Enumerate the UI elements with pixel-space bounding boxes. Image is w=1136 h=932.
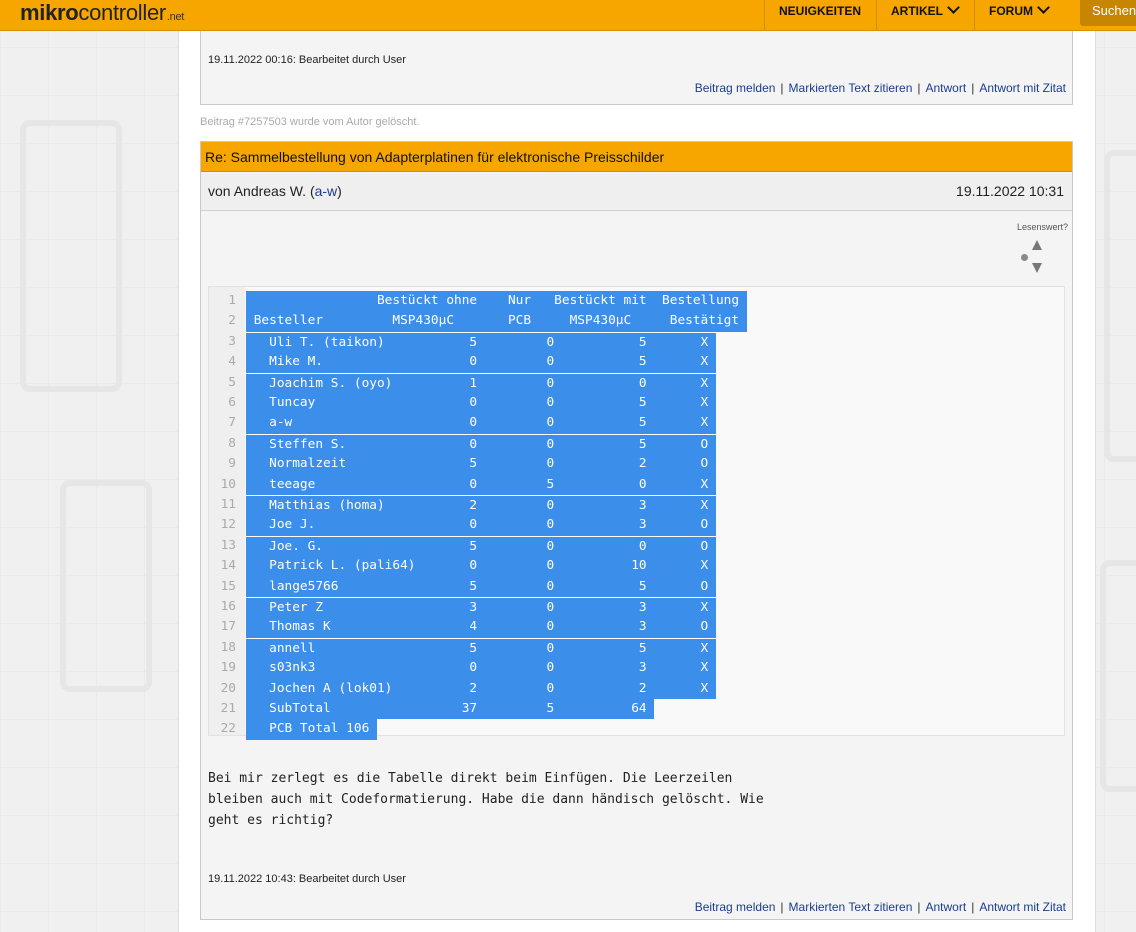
code-line-text: Normalzeit 5 0 2 O — [246, 454, 716, 475]
line-number: 22 — [220, 721, 236, 737]
line-number: 5 — [228, 374, 236, 390]
post-author: von Andreas W. (a-w) — [208, 183, 342, 199]
code-line-text: Peter Z 3 0 3 X — [246, 597, 716, 619]
quote-selected-link[interactable]: Markierten Text zitieren — [789, 900, 913, 914]
code-line-text: Tuncay 0 0 5 X — [246, 393, 716, 414]
code-line-text: a-w 0 0 5 X — [246, 413, 716, 434]
code-line-text: annell 5 0 5 X — [246, 637, 716, 660]
code-line-text: Thomas K 4 0 3 O — [246, 617, 716, 638]
code-line-text: Uli T. (taikon) 5 0 5 X — [246, 331, 716, 354]
reply-with-quote-link[interactable]: Antwort mit Zitat — [979, 900, 1066, 914]
code-line-text: lange5766 5 0 5 O — [246, 576, 716, 597]
code-line-text: Joe J. 0 0 3 O — [246, 515, 716, 536]
line-number: 12 — [220, 517, 236, 533]
code-line-text: Matthias (homa) 2 0 3 X — [246, 495, 716, 517]
code-line-text: Jochen A (lok01) 2 0 2 X — [246, 678, 716, 699]
post-meta: von Andreas W. (a-w) 19.11.2022 10:31 — [201, 173, 1072, 211]
line-number: 9 — [228, 456, 236, 472]
previous-post: 19.11.2022 00:16: Bearbeitet durch User … — [200, 28, 1073, 105]
code-line-text: Joachim S. (oyo) 1 0 0 X — [246, 372, 716, 394]
author-handle-link[interactable]: a-w — [315, 183, 338, 199]
code-line-text: Joe. G. 5 0 0 O — [246, 535, 716, 558]
post-actions: Beitrag melden | Markierten Text zitieren |… — [694, 81, 1066, 95]
deleted-post-note: Beitrag #7257503 wurde vom Autor gelösch… — [200, 116, 420, 128]
report-post-link[interactable]: Beitrag melden — [695, 81, 776, 95]
code-line-text: teeage 0 5 0 X — [246, 474, 716, 495]
site-logo[interactable]: mikrocontroller.net — [20, 0, 184, 30]
code-line-text: Patrick L. (pali64) 0 0 10 X — [246, 556, 716, 577]
vote-up-icon[interactable] — [1032, 240, 1042, 250]
line-number: 7 — [228, 415, 236, 431]
code-line-text: Mike M. 0 0 5 X — [246, 352, 716, 373]
line-number: 8 — [228, 435, 236, 451]
code-line-text: SubTotal 37 5 64 — [246, 699, 655, 720]
report-post-link[interactable]: Beitrag melden — [695, 900, 776, 914]
line-number: 10 — [220, 476, 236, 492]
forum-thread: 19.11.2022 00:16: Bearbeitet durch User … — [178, 28, 1096, 932]
quote-selected-link[interactable]: Markierten Text zitieren — [789, 81, 913, 95]
search-button[interactable]: Suchen — [1080, 0, 1136, 26]
chevron-down-icon — [947, 1, 960, 14]
line-number: 4 — [228, 354, 236, 370]
line-number: 2 — [228, 313, 236, 329]
line-number: 17 — [220, 619, 236, 635]
code-line-text: Bestückt ohne Nur Bestückt mit Bestellun… — [246, 291, 747, 312]
code-line-text: PCB Total 106 — [246, 719, 377, 740]
line-number: 3 — [228, 333, 236, 349]
circuit-trace — [20, 120, 122, 392]
reply-with-quote-link[interactable]: Antwort mit Zitat — [979, 81, 1066, 95]
chevron-down-icon — [1037, 1, 1050, 14]
post-title: Re: Sammelbestellung von Adapterplatinen… — [201, 142, 1072, 172]
line-number: 13 — [220, 537, 236, 553]
line-number: 15 — [220, 578, 236, 594]
site-header: mikrocontroller.net NEUIGKEITEN ARTIKEL … — [0, 0, 1136, 31]
rating-label: Lesenswert? — [1016, 222, 1068, 232]
nav-forum[interactable]: FORUM — [974, 0, 1066, 30]
code-line-text: Steffen S. 0 0 5 O — [246, 433, 716, 456]
line-number: 16 — [220, 599, 236, 614]
line-number: 1 — [228, 293, 236, 308]
edit-note: 19.11.2022 00:16: Bearbeitet durch User — [208, 54, 406, 66]
vote-neutral-icon — [1021, 254, 1028, 261]
line-number: 18 — [220, 639, 236, 655]
nav-artikel[interactable]: ARTIKEL — [876, 0, 974, 30]
circuit-trace — [60, 480, 152, 692]
code-line-text: Besteller MSP430µC PCB MSP430µC Bestätig… — [246, 311, 747, 332]
line-number: 14 — [220, 558, 236, 574]
line-number: 11 — [220, 497, 236, 512]
post-date: 19.11.2022 10:31 — [956, 183, 1064, 199]
post-actions: Beitrag melden | Markierten Text zitieren |… — [694, 900, 1066, 914]
circuit-trace — [1100, 560, 1136, 792]
line-number: 19 — [220, 660, 236, 676]
line-number: 6 — [228, 395, 236, 410]
code-block[interactable]: 1 Bestückt ohne Nur Bestückt mit Bestell… — [208, 286, 1065, 740]
nav-neuigkeiten[interactable]: NEUIGKEITEN — [764, 0, 876, 30]
forum-post: Re: Sammelbestellung von Adapterplatinen… — [200, 141, 1073, 920]
reply-link[interactable]: Antwort — [926, 81, 967, 95]
circuit-trace — [1104, 150, 1136, 462]
post-body: Bei mir zerlegt es die Tabelle direkt be… — [208, 771, 764, 828]
reply-link[interactable]: Antwort — [926, 900, 967, 914]
edit-note: 19.11.2022 10:43: Bearbeitet durch User — [208, 873, 406, 885]
vote-down-icon[interactable] — [1032, 263, 1042, 273]
line-number: 21 — [220, 701, 236, 716]
code-line-text: s03nk3 0 0 3 X — [246, 658, 716, 679]
line-number: 20 — [220, 680, 236, 696]
